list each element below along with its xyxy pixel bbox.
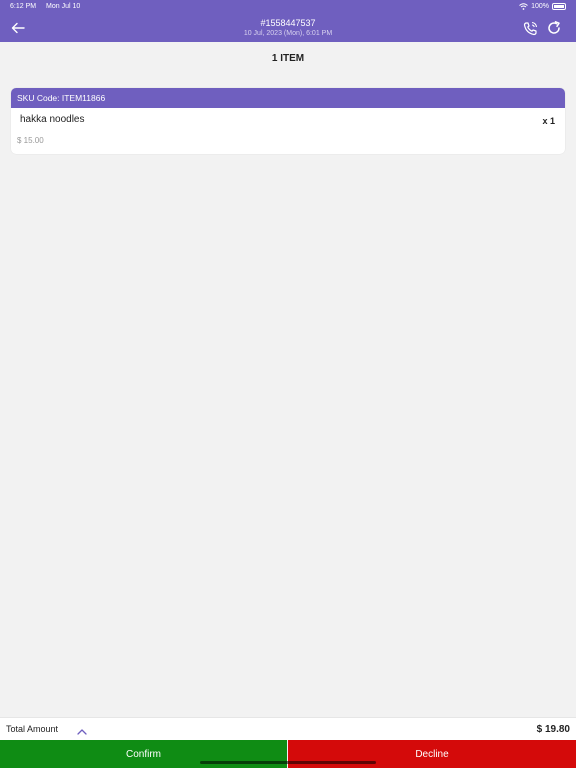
expand-total-button[interactable] <box>76 724 88 735</box>
total-amount-label: Total Amount <box>6 724 59 734</box>
items-count: 1 ITEM <box>271 53 305 64</box>
battery-percent: 100% <box>531 3 549 10</box>
wifi-icon <box>519 3 528 10</box>
item-price: $ 15.00 <box>17 136 44 145</box>
order-title: #1558447537 10 Jul, 2023 (Mon), 6:01 PM <box>0 18 576 39</box>
order-datetime: 10 Jul, 2023 (Mon), 6:01 PM <box>243 30 333 37</box>
refresh-icon <box>548 21 560 34</box>
battery-icon <box>552 3 566 10</box>
top-header: 6:12 PM Mon Jul 10 100% #1558447537 10 J… <box>0 0 576 42</box>
item-quantity: x 1 <box>542 116 555 126</box>
home-indicator <box>200 761 376 764</box>
status-time: 6:12 PM <box>10 3 37 10</box>
total-amount-value: $ 19.80 <box>536 724 570 735</box>
sku-code: SKU Code: ITEM11866 <box>11 88 565 108</box>
total-bar: Total Amount $ 19.80 <box>0 717 576 740</box>
status-bar-left: 6:12 PM Mon Jul 10 <box>10 3 88 10</box>
item-name: hakka noodles <box>20 114 85 125</box>
phone-icon <box>523 21 537 35</box>
status-bar-right: 100% <box>519 3 566 10</box>
call-button[interactable] <box>520 18 540 38</box>
refresh-button[interactable] <box>544 18 564 38</box>
order-item-card: SKU Code: ITEM11866 hakka noodles x 1 $ … <box>11 88 565 154</box>
chevron-up-icon <box>77 729 87 735</box>
order-id: #1558447537 <box>260 18 316 28</box>
status-date: Mon Jul 10 <box>46 3 81 10</box>
